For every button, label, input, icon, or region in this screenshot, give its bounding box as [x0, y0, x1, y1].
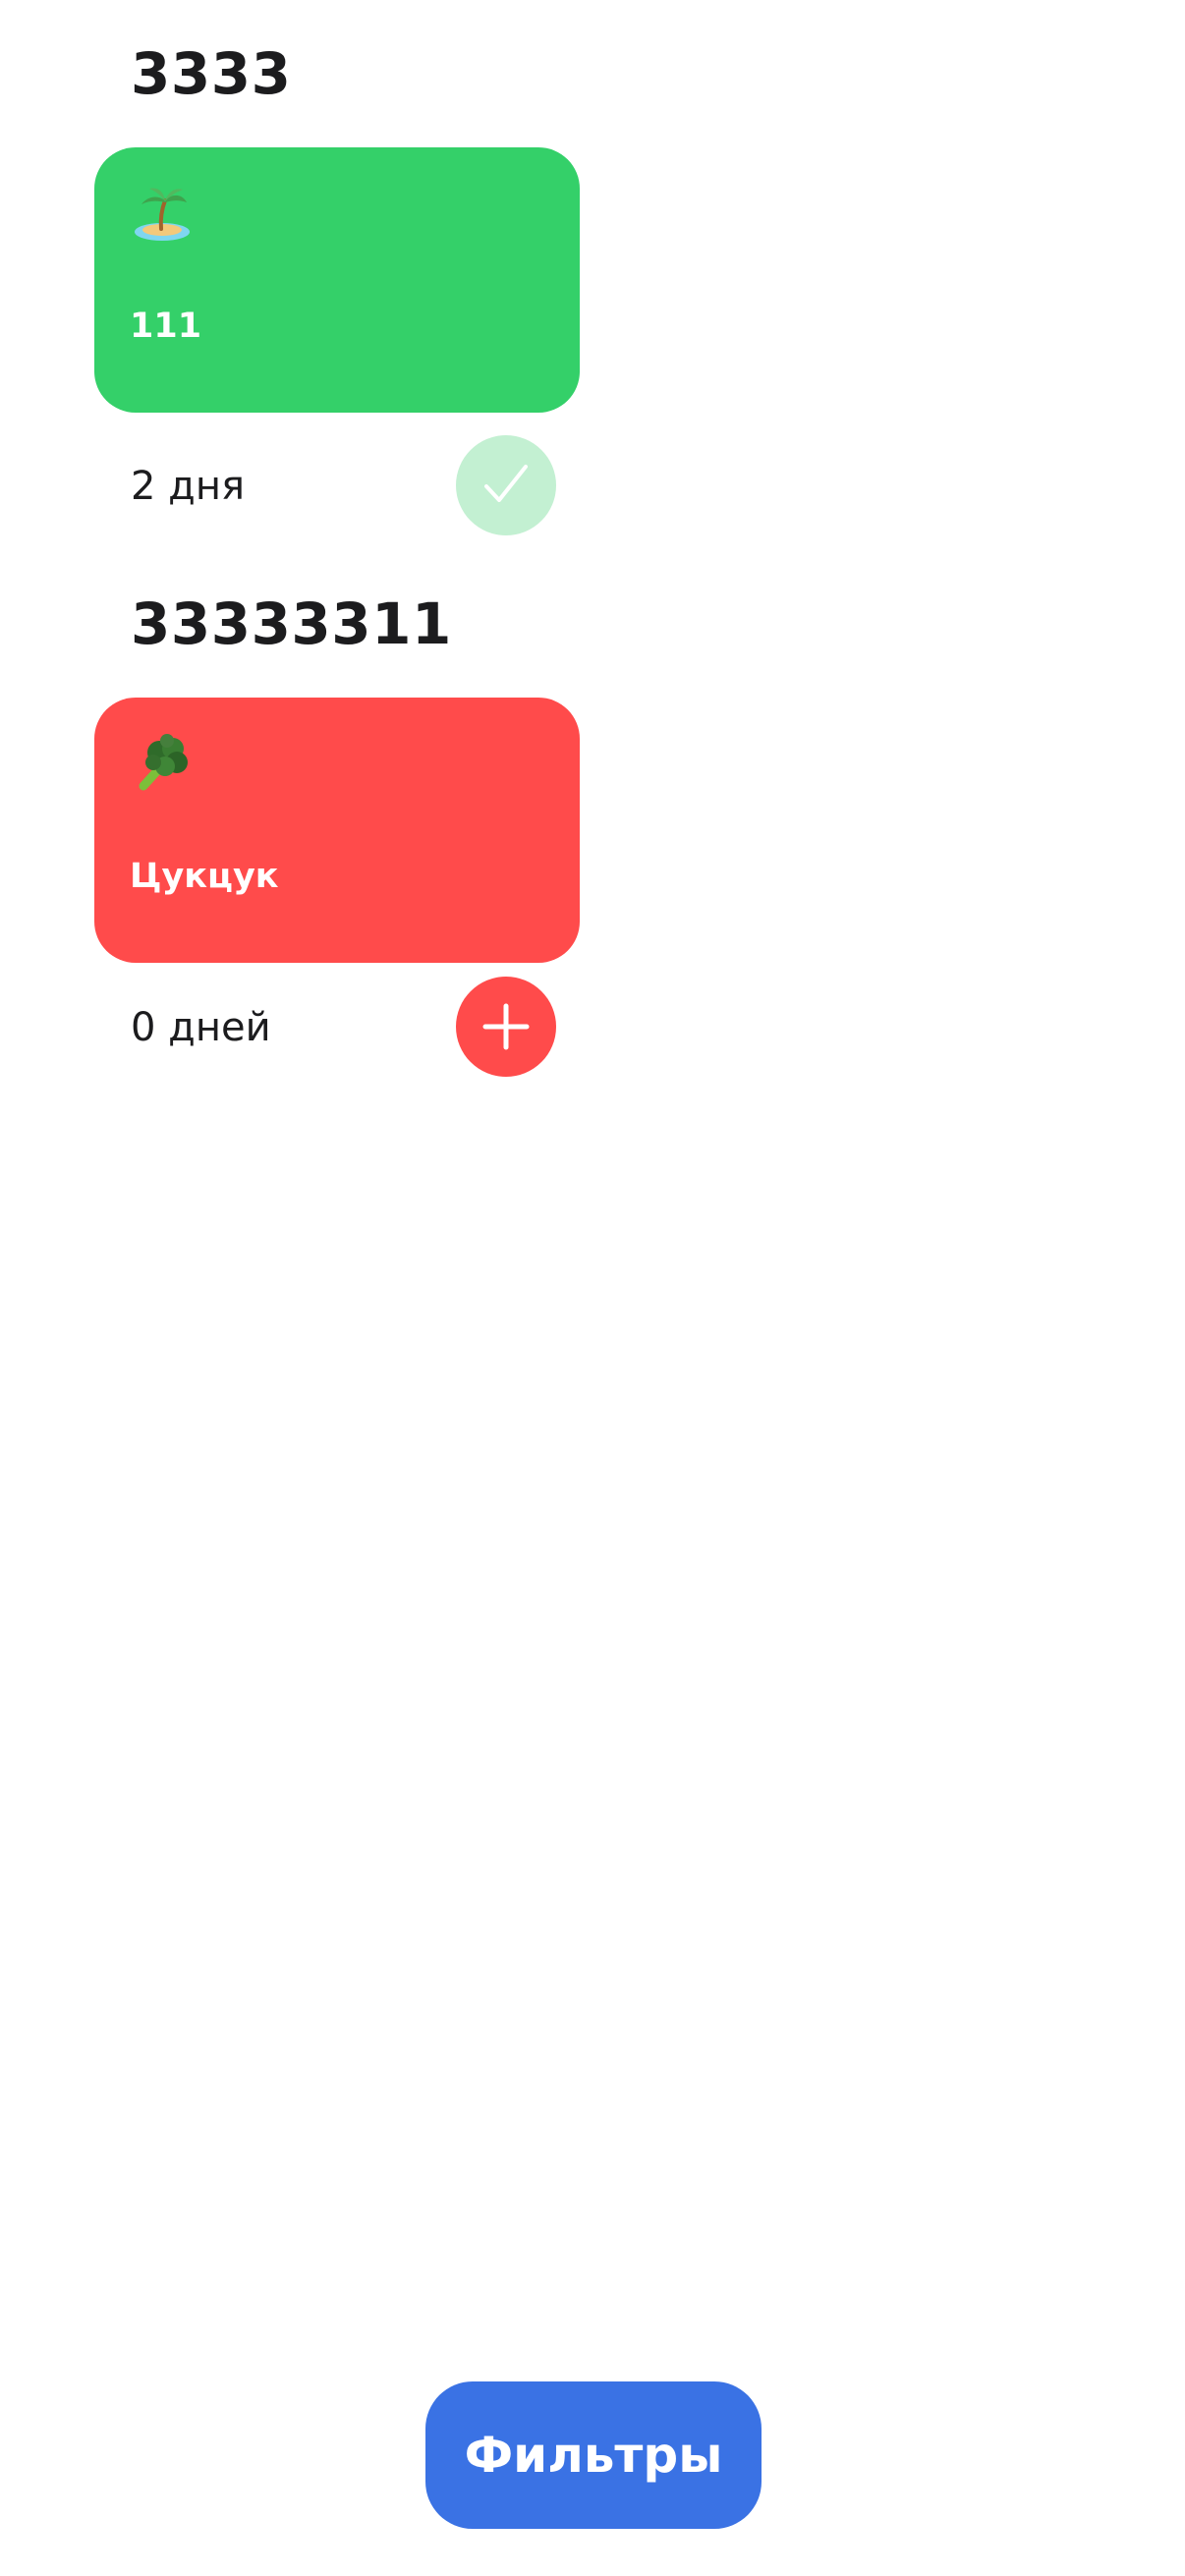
palm-island-icon: [130, 181, 195, 246]
filters-button-label: Фильтры: [464, 2427, 723, 2484]
habit-days-count: 2 дня: [131, 464, 246, 509]
broccoli-icon: [130, 731, 195, 796]
habit-card[interactable]: Цукцук: [94, 698, 580, 963]
habit-complete-button[interactable]: [456, 435, 556, 535]
habit-card-label: Цукцук: [130, 857, 279, 896]
habit-card[interactable]: 111: [94, 147, 580, 413]
habit-days-count: 0 дней: [131, 1005, 271, 1050]
habit-title: 33333311: [131, 590, 452, 657]
habit-add-button[interactable]: [456, 977, 556, 1077]
checkmark-icon: [484, 465, 528, 502]
filters-button[interactable]: Фильтры: [425, 2381, 762, 2529]
habit-title: 3333: [131, 40, 292, 107]
habit-card-label: 111: [130, 307, 202, 346]
plus-icon: [482, 1003, 530, 1050]
